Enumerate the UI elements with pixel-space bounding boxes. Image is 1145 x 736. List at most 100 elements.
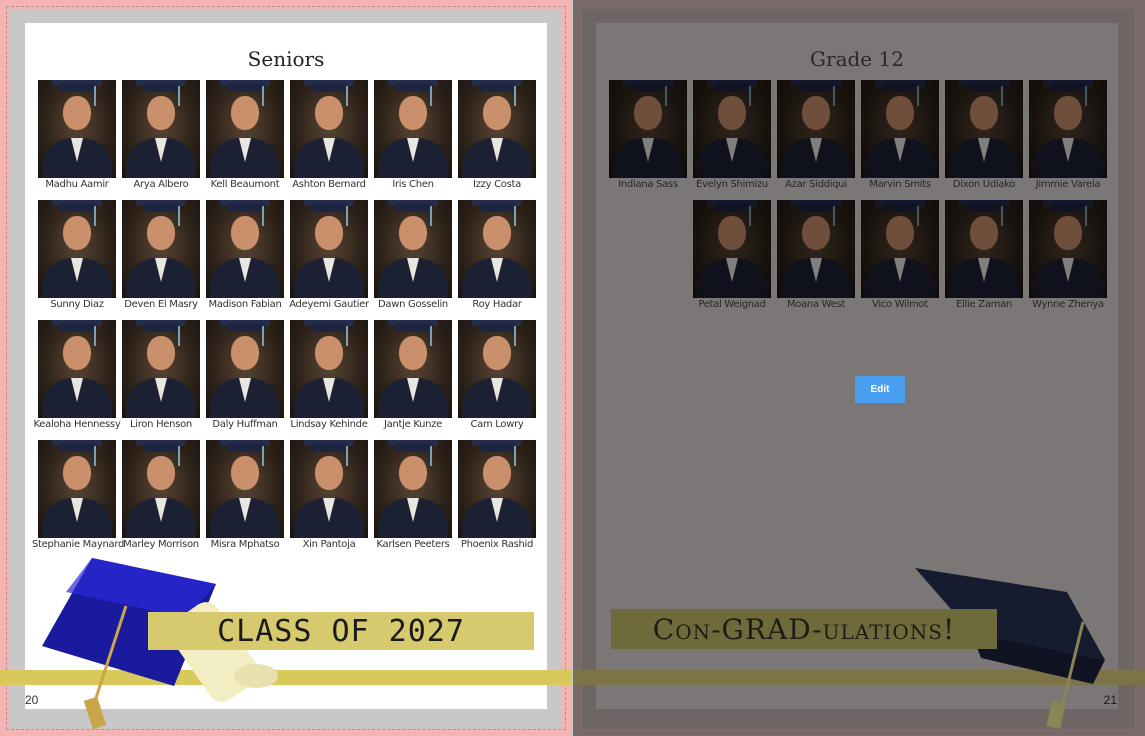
student-photo[interactable] bbox=[861, 80, 939, 178]
student-photo[interactable] bbox=[777, 80, 855, 178]
student-photo[interactable] bbox=[458, 440, 536, 538]
student-photo[interactable] bbox=[122, 440, 200, 538]
student-portrait[interactable]: Karlsen Peeters bbox=[374, 440, 452, 560]
congratulations-banner[interactable]: Con-GRAD-ulations! bbox=[611, 609, 997, 649]
student-portrait[interactable]: Madison Fabian bbox=[206, 200, 284, 320]
student-portrait[interactable]: Dawn Gosselin bbox=[374, 200, 452, 320]
student-portrait[interactable]: Cam Lowry bbox=[458, 320, 536, 440]
student-photo[interactable] bbox=[122, 200, 200, 298]
student-photo[interactable] bbox=[374, 320, 452, 418]
student-photo[interactable] bbox=[290, 200, 368, 298]
student-name: Kealoha Hennessy bbox=[33, 419, 121, 430]
student-photo[interactable] bbox=[38, 80, 116, 178]
student-name: Liron Henson bbox=[130, 419, 192, 430]
page-number: 20 bbox=[25, 693, 39, 707]
student-photo[interactable] bbox=[945, 80, 1023, 178]
student-portrait[interactable]: Dixon Udiako bbox=[945, 80, 1023, 200]
student-portrait[interactable]: Wynne Zhenya bbox=[1029, 200, 1107, 320]
student-portrait[interactable]: Kell Beaumont bbox=[206, 80, 284, 200]
page-title[interactable]: Seniors bbox=[25, 47, 547, 71]
student-portrait[interactable]: Ellie Zaman bbox=[945, 200, 1023, 320]
student-portrait[interactable]: Indiana Sass bbox=[609, 80, 687, 200]
student-portrait[interactable]: Jimmie Varela bbox=[1029, 80, 1107, 200]
student-portrait[interactable]: Arya Albero bbox=[122, 80, 200, 200]
student-name: Marvin Smits bbox=[869, 179, 931, 190]
student-photo[interactable] bbox=[1029, 80, 1107, 178]
student-photo[interactable] bbox=[458, 320, 536, 418]
student-portrait[interactable]: Deven El Masry bbox=[122, 200, 200, 320]
student-photo[interactable] bbox=[38, 320, 116, 418]
student-portrait[interactable]: Madhu Aamir bbox=[38, 80, 116, 200]
student-name: Dawn Gosselin bbox=[378, 299, 448, 310]
student-name: Xin Pantoja bbox=[302, 539, 356, 550]
page-title[interactable]: Grade 12 bbox=[596, 47, 1118, 71]
student-photo[interactable] bbox=[374, 80, 452, 178]
student-name: Ellie Zaman bbox=[956, 299, 1012, 310]
student-name: Vico Wilmot bbox=[872, 299, 928, 310]
student-photo[interactable] bbox=[206, 80, 284, 178]
student-portrait[interactable]: Roy Hadar bbox=[458, 200, 536, 320]
student-photo[interactable] bbox=[206, 320, 284, 418]
right-page-spread[interactable]: Grade 12 Indiana Sass Evelyn Shimizu Azar … bbox=[573, 0, 1145, 736]
student-photo[interactable] bbox=[374, 200, 452, 298]
student-photo-grid: Indiana Sass Evelyn Shimizu Azar Siddiqui M… bbox=[609, 80, 1107, 320]
student-portrait[interactable]: Misra Mphatso bbox=[206, 440, 284, 560]
student-name: Evelyn Shimizu bbox=[696, 179, 768, 190]
student-photo[interactable] bbox=[290, 80, 368, 178]
student-name: Daly Huffman bbox=[212, 419, 278, 430]
student-name: Roy Hadar bbox=[472, 299, 522, 310]
student-portrait[interactable]: Moana West bbox=[777, 200, 855, 320]
student-portrait[interactable]: Liron Henson bbox=[122, 320, 200, 440]
left-page-spread[interactable]: Seniors Madhu Aamir Arya Albero Kell Beaum… bbox=[0, 0, 572, 736]
student-photo[interactable] bbox=[945, 200, 1023, 298]
student-portrait[interactable]: Azar Siddiqui bbox=[777, 80, 855, 200]
student-portrait[interactable]: Ashton Bernard bbox=[290, 80, 368, 200]
student-photo[interactable] bbox=[609, 80, 687, 178]
student-portrait[interactable]: Xin Pantoja bbox=[290, 440, 368, 560]
student-photo[interactable] bbox=[777, 200, 855, 298]
student-name: Sunny Diaz bbox=[50, 299, 104, 310]
student-portrait[interactable]: Phoenix Rashid bbox=[458, 440, 536, 560]
student-photo[interactable] bbox=[374, 440, 452, 538]
student-photo[interactable] bbox=[38, 440, 116, 538]
student-portrait[interactable]: Kealoha Hennessy bbox=[34, 320, 121, 440]
student-portrait[interactable]: Iris Chen bbox=[374, 80, 452, 200]
student-name: Wynne Zhenya bbox=[1032, 299, 1104, 310]
student-photo[interactable] bbox=[290, 320, 368, 418]
student-portrait[interactable]: Daly Huffman bbox=[206, 320, 284, 440]
student-portrait[interactable]: Lindsay Kehinde bbox=[290, 320, 368, 440]
student-photo[interactable] bbox=[206, 440, 284, 538]
student-name: Madhu Aamir bbox=[45, 179, 109, 190]
student-portrait[interactable]: Adeyemi Gautier bbox=[289, 200, 369, 320]
student-photo[interactable] bbox=[1029, 200, 1107, 298]
student-photo[interactable] bbox=[693, 80, 771, 178]
student-portrait[interactable]: Jantje Kunze bbox=[374, 320, 452, 440]
student-name: Iris Chen bbox=[392, 179, 434, 190]
student-portrait[interactable]: Evelyn Shimizu bbox=[693, 80, 771, 200]
student-name: Jantje Kunze bbox=[384, 419, 442, 430]
student-portrait[interactable]: Sunny Diaz bbox=[38, 200, 116, 320]
student-photo[interactable] bbox=[458, 80, 536, 178]
student-portrait[interactable]: Izzy Costa bbox=[458, 80, 536, 200]
student-photo[interactable] bbox=[122, 80, 200, 178]
student-portrait[interactable]: Petal Weignad bbox=[693, 200, 771, 320]
student-name: Deven El Masry bbox=[124, 299, 198, 310]
student-name: Arya Albero bbox=[133, 179, 189, 190]
student-name: Adeyemi Gautier bbox=[289, 299, 369, 310]
student-name: Azar Siddiqui bbox=[785, 179, 847, 190]
student-photo[interactable] bbox=[290, 440, 368, 538]
student-name: Jimmie Varela bbox=[1035, 179, 1101, 190]
student-photo[interactable] bbox=[861, 200, 939, 298]
student-photo[interactable] bbox=[38, 200, 116, 298]
student-portrait[interactable]: Marley Morrison bbox=[122, 440, 200, 560]
student-photo[interactable] bbox=[458, 200, 536, 298]
student-portrait[interactable]: Vico Wilmot bbox=[861, 200, 939, 320]
student-photo[interactable] bbox=[206, 200, 284, 298]
student-photo[interactable] bbox=[122, 320, 200, 418]
edit-button[interactable]: Edit bbox=[855, 376, 905, 403]
class-of-banner[interactable]: CLASS OF 2027 bbox=[148, 612, 534, 650]
student-portrait[interactable]: Stephanie Maynard bbox=[32, 440, 124, 560]
student-portrait[interactable]: Marvin Smits bbox=[861, 80, 939, 200]
student-photo[interactable] bbox=[693, 200, 771, 298]
student-name: Phoenix Rashid bbox=[460, 539, 534, 550]
